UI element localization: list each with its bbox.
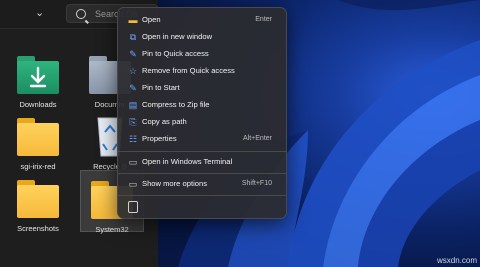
star-icon: ☆ xyxy=(128,66,138,76)
menu-item-copy-path[interactable]: ⎘ Copy as path xyxy=(122,114,282,130)
menu-item-compress-zip[interactable]: ▤ Compress to Zip file xyxy=(122,97,282,113)
menu-item-shortcut: Shift+F10 xyxy=(241,180,272,187)
folder-downloads[interactable]: Downloads xyxy=(6,52,70,109)
copy-icon[interactable] xyxy=(128,201,138,213)
menu-item-pin-quick-access[interactable]: ✎ Pin to Quick access xyxy=(122,46,282,62)
menu-separator xyxy=(118,173,286,174)
menu-item-open-terminal[interactable]: ▭ Open in Windows Terminal xyxy=(122,154,282,170)
menu-separator xyxy=(118,195,286,196)
downloads-folder-icon xyxy=(15,52,61,96)
menu-item-open[interactable]: ▬ Open Enter xyxy=(122,12,282,28)
menu-item-show-more-options[interactable]: ▭ Show more options Shift+F10 xyxy=(122,176,282,192)
terminal-icon: ▭ xyxy=(128,157,138,167)
menu-item-label: Open in Windows Terminal xyxy=(142,157,233,166)
menu-item-label: Compress to Zip file xyxy=(142,100,210,109)
menu-item-remove-quick-access[interactable]: ☆ Remove from Quick access xyxy=(122,63,282,79)
folder-screenshots[interactable]: Screenshots xyxy=(6,176,70,233)
menu-item-label: Show more options xyxy=(142,179,208,188)
zip-icon: ▤ xyxy=(128,100,138,110)
pin-icon: ✎ xyxy=(129,49,137,59)
folder-icon xyxy=(15,176,61,220)
menu-item-label: Open xyxy=(142,15,161,24)
context-menu: ▬ Open Enter ⧉ Open in new window ✎ Pin … xyxy=(117,7,287,219)
menu-item-shortcut: Alt+Enter xyxy=(243,135,272,142)
watermark: wsxdn.com xyxy=(436,256,477,265)
folder-icon xyxy=(15,114,61,158)
menu-item-label: Remove from Quick access xyxy=(142,66,235,75)
item-label: System32 xyxy=(95,225,129,234)
menu-item-properties[interactable]: ☷ Properties Alt+Enter xyxy=(122,131,282,147)
chevron-down-icon[interactable]: ⌄ xyxy=(35,6,44,19)
menu-item-open-new-window[interactable]: ⧉ Open in new window xyxy=(122,29,282,45)
item-label: Downloads xyxy=(19,100,57,109)
menu-item-label: Pin to Start xyxy=(142,83,180,92)
menu-item-label: Copy as path xyxy=(142,117,187,126)
menu-item-label: Open in new window xyxy=(142,32,213,41)
pin-start-icon: ✎ xyxy=(129,83,137,93)
menu-item-shortcut: Enter xyxy=(255,16,272,23)
item-label: sgi-irix-red xyxy=(20,162,56,171)
item-label: Screenshots xyxy=(17,224,59,233)
menu-item-label: Pin to Quick access xyxy=(142,49,209,58)
properties-icon: ☷ xyxy=(128,134,138,144)
menu-item-pin-start[interactable]: ✎ Pin to Start xyxy=(122,80,282,96)
search-icon xyxy=(76,9,86,19)
menu-item-label: Properties xyxy=(142,134,177,143)
menu-separator xyxy=(118,151,286,152)
new-window-icon: ⧉ xyxy=(129,32,137,42)
copy-path-icon: ⎘ xyxy=(129,117,137,127)
folder-open-icon: ▬ xyxy=(128,15,138,25)
folder-sgi-irix-red[interactable]: sgi-irix-red xyxy=(6,114,70,171)
more-options-icon: ▭ xyxy=(128,179,138,189)
